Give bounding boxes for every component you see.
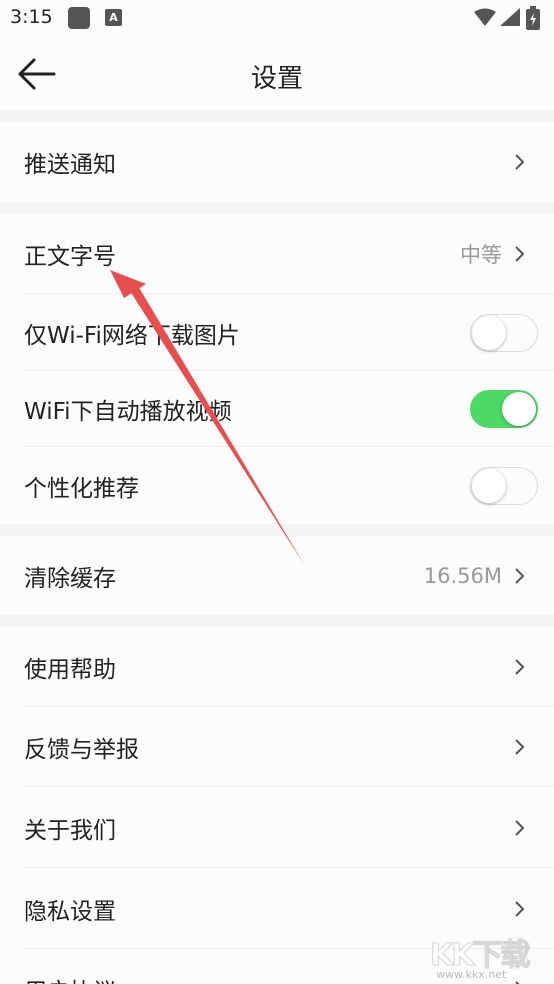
personalized-toggle[interactable]: [470, 466, 538, 505]
wifi-autoplay-toggle[interactable]: [470, 390, 538, 428]
chevron-right-icon: [515, 739, 525, 755]
battery-icon: [526, 6, 540, 30]
wifi-images-toggle[interactable]: [470, 313, 538, 352]
setting-label: WiFi下自动播放视频: [24, 399, 232, 425]
toggle-knob: [502, 392, 536, 426]
settings-group-cache: 清除缓存 16.56M: [0, 536, 554, 615]
a-notification-icon: A: [105, 9, 122, 26]
setting-label: 关于我们: [24, 817, 116, 844]
cache-size-value: 16.56M: [423, 563, 502, 588]
setting-label: 正文字号: [24, 244, 116, 270]
chevron-right-icon: [515, 246, 525, 262]
setting-label: 仅Wi-Fi网络下载图片: [24, 322, 240, 349]
setting-row-feedback[interactable]: 反馈与举报: [0, 707, 554, 787]
chevron-right-icon: [515, 819, 525, 836]
setting-label: 个性化推荐: [24, 475, 139, 502]
header-bar: 设置: [0, 36, 554, 110]
toggle-knob: [472, 468, 506, 503]
setting-label: 使用帮助: [24, 657, 116, 683]
wifi-icon: [474, 8, 496, 26]
setting-row-clear-cache[interactable]: 清除缓存 16.56M: [0, 536, 554, 615]
setting-label: 清除缓存: [24, 565, 116, 592]
setting-row-about-us[interactable]: 关于我们: [0, 787, 554, 868]
signal-icon: [500, 8, 520, 26]
setting-row-wifi-images: 仅Wi-Fi网络下载图片: [0, 294, 554, 371]
app-square-icon: [68, 7, 90, 29]
setting-label: 推送通知: [24, 152, 116, 178]
chevron-right-icon: [515, 567, 525, 584]
page-title: 设置: [250, 64, 303, 94]
toggle-knob: [472, 315, 506, 350]
setting-label: 反馈与举报: [24, 737, 139, 763]
settings-group-display: 正文字号 中等 仅Wi-Fi网络下载图片 WiFi下自动播放视频 个性化推荐: [0, 214, 554, 524]
setting-row-personalized: 个性化推荐: [0, 447, 554, 524]
status-bar: 3:15 A: [0, 0, 554, 36]
chevron-right-icon: [515, 659, 525, 675]
chevron-right-icon: [515, 900, 525, 917]
setting-row-push-notifications[interactable]: 推送通知: [0, 122, 554, 202]
setting-label: 隐私设置: [24, 898, 116, 925]
font-size-value: 中等: [460, 243, 502, 267]
setting-label: 用户协议: [24, 972, 116, 984]
kk-watermark-logo: KK下载 www.kkx.net: [430, 930, 531, 984]
setting-row-wifi-autoplay: WiFi下自动播放视频: [0, 371, 554, 447]
setting-row-help[interactable]: 使用帮助: [0, 627, 554, 707]
setting-row-font-size[interactable]: 正文字号 中等: [0, 214, 554, 294]
watermark-url: www.kkx.net: [436, 968, 507, 981]
settings-group-push: 推送通知: [0, 122, 554, 202]
status-time: 3:15: [10, 6, 53, 28]
chevron-right-icon: [515, 154, 525, 170]
